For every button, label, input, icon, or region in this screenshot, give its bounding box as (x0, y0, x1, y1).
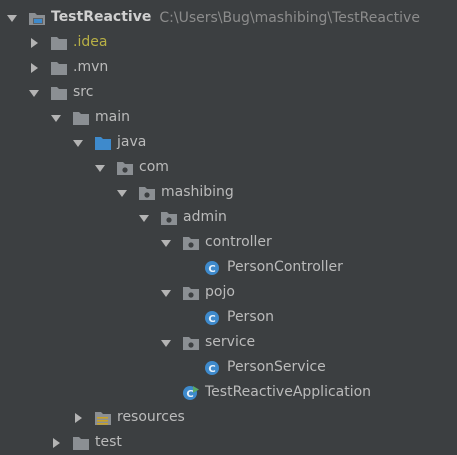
package-icon (182, 285, 200, 301)
package-icon (182, 235, 200, 251)
tree-node-com[interactable]: com (0, 155, 457, 180)
tree-node-resources[interactable]: resources (0, 405, 457, 430)
tree-node-application[interactable]: C TestReactiveApplication (0, 380, 457, 405)
tree-node-label: com (139, 159, 169, 175)
package-icon (138, 185, 156, 201)
svg-text:C: C (208, 264, 215, 275)
tree-node-main[interactable]: main (0, 105, 457, 130)
project-name: TestReactive (51, 9, 152, 25)
tree-node-person-service[interactable]: C PersonService (0, 355, 457, 380)
tree-node-person-controller[interactable]: C PersonController (0, 255, 457, 280)
tree-node-idea[interactable]: .idea (0, 30, 457, 55)
tree-node-mvn[interactable]: .mvn (0, 55, 457, 80)
expand-arrow-icon[interactable] (160, 237, 172, 249)
tree-node-person[interactable]: C Person (0, 305, 457, 330)
expand-arrow-icon[interactable] (138, 212, 150, 224)
tree-node-label: Person (227, 309, 275, 325)
tree-node-label: java (117, 134, 147, 150)
tree-node-label: .idea (73, 30, 107, 55)
tree-node-label: main (95, 109, 130, 125)
tree-node-java[interactable]: java (0, 130, 457, 155)
tree-node-label: pojo (205, 284, 235, 300)
tree-node-label: test (95, 434, 122, 450)
expand-arrow-icon[interactable] (6, 12, 18, 24)
collapse-arrow-icon[interactable] (28, 62, 40, 74)
collapse-arrow-icon[interactable] (28, 37, 40, 49)
expand-arrow-icon[interactable] (72, 137, 84, 149)
tree-node-label: TestReactiveApplication (205, 384, 372, 400)
package-icon (182, 335, 200, 351)
java-class-icon: C (204, 360, 222, 376)
tree-node-test[interactable]: test (0, 430, 457, 455)
collapse-arrow-icon[interactable] (72, 412, 84, 424)
tree-node-label: PersonService (227, 359, 326, 375)
tree-node-label: mashibing (161, 184, 234, 200)
folder-icon (50, 35, 68, 51)
expand-arrow-icon[interactable] (116, 187, 128, 199)
tree-node-service[interactable]: service (0, 330, 457, 355)
package-icon (116, 160, 134, 176)
source-folder-icon (94, 135, 112, 151)
expand-arrow-icon[interactable] (160, 287, 172, 299)
tree-node-label: admin (183, 209, 227, 225)
folder-icon (50, 60, 68, 76)
expand-arrow-icon[interactable] (28, 87, 40, 99)
folder-icon (50, 85, 68, 101)
tree-node-src[interactable]: src (0, 80, 457, 105)
tree-node-label: controller (205, 234, 272, 250)
tree-node-pojo[interactable]: pojo (0, 280, 457, 305)
tree-node-label: service (205, 334, 256, 350)
resources-folder-icon (94, 410, 112, 426)
tree-node-label: src (73, 84, 94, 100)
svg-text:C: C (208, 364, 215, 375)
tree-node-label: PersonController (227, 259, 343, 275)
tree-node-label: .mvn (73, 59, 109, 75)
java-class-icon: C (204, 310, 222, 326)
tree-node-mashibing[interactable]: mashibing (0, 180, 457, 205)
spring-boot-app-icon: C (182, 385, 200, 401)
package-icon (160, 210, 178, 226)
project-path: C:\Users\Bug\mashibing\TestReactive (159, 9, 420, 26)
java-class-icon: C (204, 260, 222, 276)
project-tree: TestReactive C:\Users\Bug\mashibing\Test… (0, 0, 457, 450)
idea-name: idea (77, 34, 108, 50)
expand-arrow-icon[interactable] (160, 337, 172, 349)
expand-arrow-icon[interactable] (94, 162, 106, 174)
tree-node-controller[interactable]: controller (0, 230, 457, 255)
expand-arrow-icon[interactable] (50, 112, 62, 124)
svg-text:C: C (208, 314, 215, 325)
svg-text:C: C (186, 389, 193, 400)
project-module-icon (28, 10, 46, 26)
tree-node-admin[interactable]: admin (0, 205, 457, 230)
folder-icon (72, 110, 90, 126)
folder-icon (72, 435, 90, 451)
tree-node-project[interactable]: TestReactive C:\Users\Bug\mashibing\Test… (0, 5, 457, 30)
tree-node-label: resources (117, 409, 185, 425)
